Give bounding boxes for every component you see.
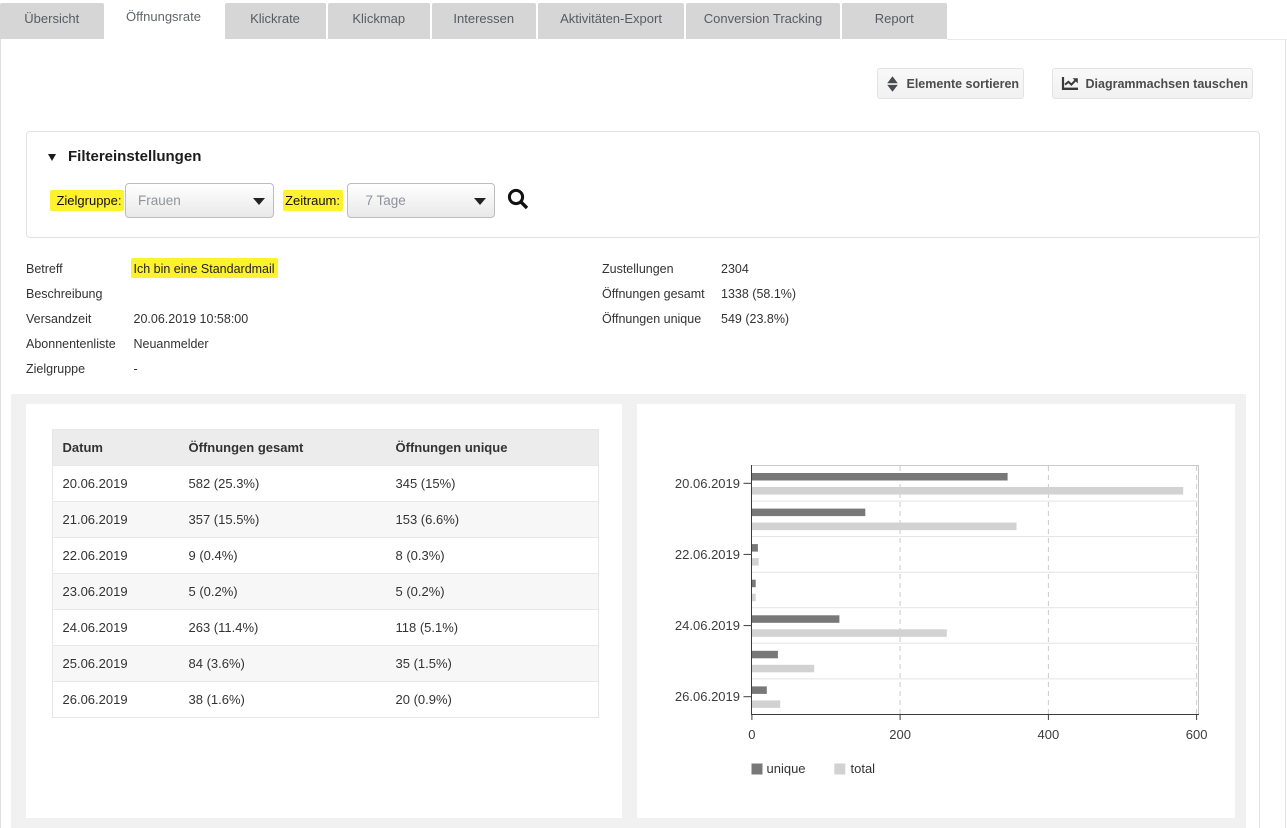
svg-text:26.06.2019: 26.06.2019 [675, 689, 740, 704]
svg-text:0: 0 [748, 727, 755, 742]
svg-text:200: 200 [889, 727, 911, 742]
svg-text:600: 600 [1186, 727, 1208, 742]
svg-text:22.06.2019: 22.06.2019 [675, 546, 740, 561]
svg-text:20.06.2019: 20.06.2019 [675, 475, 740, 490]
svg-text:24.06.2019: 24.06.2019 [675, 618, 740, 633]
svg-text:400: 400 [1038, 727, 1060, 742]
svg-text:total: total [851, 761, 876, 776]
svg-text:unique: unique [767, 761, 806, 776]
